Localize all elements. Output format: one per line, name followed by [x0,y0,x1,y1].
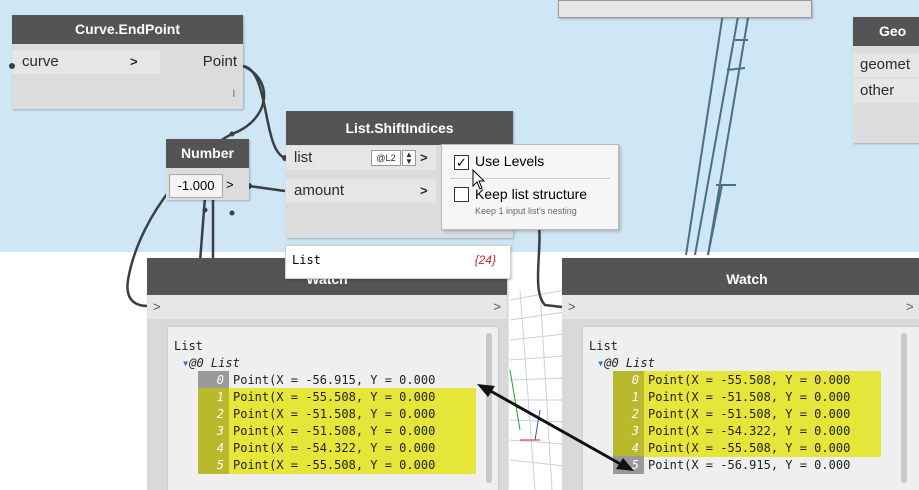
graph-canvas[interactable]: Curve.EndPoint curve > Point l Geo geome… [0,0,919,490]
annotation-arrow [477,384,634,471]
